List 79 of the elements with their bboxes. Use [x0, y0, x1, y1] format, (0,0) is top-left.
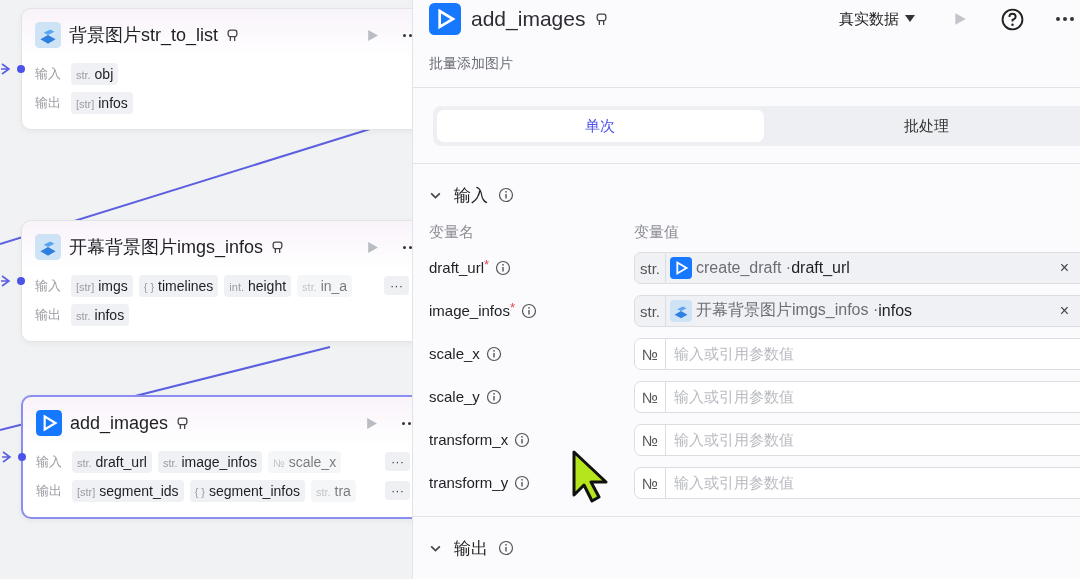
param-tag: № scale_x: [268, 450, 342, 473]
required-mark: *: [484, 257, 490, 272]
play-icon: [670, 256, 692, 279]
row-label: 输入: [36, 452, 62, 471]
node-title: 开幕背景图片imgs_infos: [69, 236, 264, 259]
param-name: image_infos: [429, 302, 510, 319]
row-label: 输出: [35, 93, 61, 112]
param-name: draft_url: [429, 259, 485, 276]
param-tag: str. obj: [71, 62, 119, 85]
info-icon: [485, 345, 502, 362]
link-icon: [271, 240, 285, 254]
param-tag: [str] segment_ids: [72, 479, 184, 502]
clear-button[interactable]: ×: [1059, 301, 1069, 320]
value-input[interactable]: 输入或引用参数值: [666, 387, 1080, 406]
value-field[interactable]: str. 开幕背景图片imgs_infos ·infos ×: [634, 294, 1080, 327]
param-name: scale_y: [429, 388, 480, 405]
value-field[interactable]: № 输入或引用参数值: [634, 466, 1080, 499]
param-name: transform_x: [429, 431, 509, 448]
port-dot[interactable]: [17, 277, 25, 285]
value-input[interactable]: 输入或引用参数值: [666, 473, 1080, 492]
link-icon: [176, 416, 190, 430]
help-icon[interactable]: [1001, 7, 1024, 31]
section-title: 输出: [454, 537, 488, 560]
panel-description: 批量添加图片: [413, 36, 1080, 88]
value-field[interactable]: № 输入或引用参数值: [634, 380, 1080, 413]
link-icon: [595, 12, 609, 26]
row-label: 输出: [35, 305, 61, 324]
value-input[interactable]: 输入或引用参数值: [666, 344, 1080, 363]
caret-icon: [905, 15, 915, 23]
required-mark: *: [509, 300, 515, 315]
info-icon: [520, 302, 537, 319]
info-icon: [495, 259, 512, 276]
row-label: 输出: [36, 481, 62, 500]
overflow-button[interactable]: ···: [384, 276, 409, 295]
param-tag: [str] infos: [71, 91, 133, 114]
play-icon: [36, 410, 62, 436]
param-tag: str. image_infos: [157, 450, 262, 473]
tab[interactable]: 单次: [437, 110, 764, 142]
column-header: 变量值: [634, 223, 679, 242]
cube-icon: [35, 234, 61, 260]
overflow-button[interactable]: ···: [385, 481, 410, 500]
data-mode-dropdown[interactable]: 真实数据: [833, 8, 921, 30]
info-icon: [514, 431, 531, 448]
param-tag: str. draft_url: [72, 450, 152, 473]
tab[interactable]: 批处理: [763, 110, 1080, 142]
value-field[interactable]: str. create_draft ·draft_url ×: [634, 251, 1080, 284]
panel-title: add_images: [471, 7, 586, 31]
arrow-icon: [2, 451, 12, 463]
more-icon[interactable]: [1056, 17, 1074, 21]
link-icon: [226, 28, 240, 42]
row-label: 输入: [35, 64, 61, 83]
value-field[interactable]: № 输入或引用参数值: [634, 423, 1080, 456]
info-icon: [514, 474, 531, 491]
value-input[interactable]: 输入或引用参数值: [666, 430, 1080, 449]
play-icon: [429, 3, 461, 35]
info-icon: [498, 187, 514, 203]
arrow-icon: [1, 275, 11, 287]
arrow-icon: [1, 63, 11, 75]
cube-icon: [670, 299, 692, 322]
clear-button[interactable]: ×: [1059, 258, 1069, 277]
node-title: add_images: [70, 412, 169, 434]
cube-icon: [35, 22, 61, 48]
info-icon: [485, 388, 502, 405]
param-name: scale_x: [429, 345, 480, 362]
info-icon: [498, 540, 514, 556]
port-dot[interactable]: [17, 65, 25, 73]
param-tag: { } segment_infos: [189, 479, 305, 502]
param-name: transform_y: [429, 474, 509, 491]
row-label: 输入: [35, 276, 61, 295]
column-header: 变量名: [429, 223, 475, 242]
port-dot[interactable]: [18, 453, 26, 461]
section-title: 输入: [454, 184, 488, 207]
param-tag: [str] imgs: [71, 274, 133, 297]
param-tag: str. infos: [71, 303, 130, 326]
overflow-button[interactable]: ···: [385, 452, 410, 471]
value-field[interactable]: № 输入或引用参数值: [634, 337, 1080, 370]
param-tag: { } timelines: [138, 274, 219, 297]
param-tag: int. height: [224, 274, 292, 297]
node-title: 背景图片str_to_list: [69, 24, 219, 47]
